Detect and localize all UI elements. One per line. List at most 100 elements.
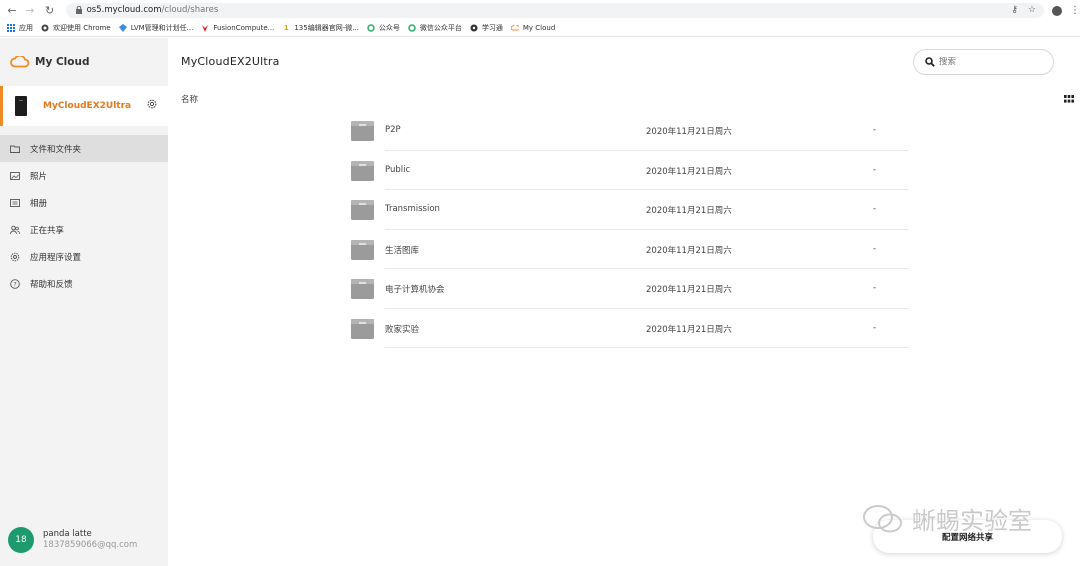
- bookmark-wechat-platform[interactable]: 微信公众平台: [408, 23, 462, 33]
- editor135-icon: 1: [283, 24, 289, 32]
- folder-icon: [351, 318, 374, 339]
- user-email: 1837859066@qq.com: [43, 540, 138, 550]
- file-size: -: [873, 322, 877, 333]
- search-input[interactable]: [939, 57, 1039, 67]
- grid-view-icon[interactable]: [1064, 95, 1074, 103]
- folder-icon: [351, 279, 374, 299]
- globe-icon: [470, 24, 478, 32]
- bookmark-label: 学习通: [481, 24, 503, 32]
- file-row[interactable]: 电子计算机协会 2020年11月21日周六 -: [350, 269, 908, 309]
- lock-icon: [75, 6, 82, 14]
- sidebar-item-app-settings[interactable]: 应用程序设置: [0, 243, 168, 270]
- file-size: -: [873, 204, 877, 214]
- folder-icon: [351, 200, 374, 220]
- sidebar-item-label: 正在共享: [30, 225, 65, 236]
- file-date: 2020年11月21日周六: [646, 166, 732, 177]
- bookmarks-bar: 应用 欢迎使用 Chrome LVM管理和计划任... FusionComput…: [0, 20, 1080, 37]
- bookmark-fusioncompute[interactable]: FusionCompute...: [201, 24, 274, 32]
- help-icon: ?: [10, 278, 20, 289]
- sidebar-nav: 文件和文件夹 照片 相册 正在共享 应用程序设置 ? 帮助和反馈: [0, 135, 168, 297]
- sidebar-item-label: 帮助和反馈: [30, 279, 73, 290]
- sidebar-item-sharing[interactable]: 正在共享: [0, 216, 168, 243]
- mycloud-icon: [510, 24, 519, 32]
- file-row[interactable]: 生活图库 2020年11月21日周六 -: [350, 230, 908, 269]
- file-name: Transmission: [385, 204, 440, 214]
- watermark: 蜥蜴实验室: [862, 501, 1032, 536]
- bookmark-lvm[interactable]: LVM管理和计划任...: [118, 23, 194, 33]
- sidebar-item-label: 照片: [30, 171, 48, 182]
- bookmark-label: 微信公众平台: [419, 24, 462, 32]
- bookmark-label: 欢迎使用 Chrome: [53, 24, 111, 32]
- menu-dots-icon[interactable]: ⋮: [1070, 5, 1080, 16]
- file-date: 2020年11月21日周六: [646, 127, 732, 137]
- bookmark-label: 公众号: [378, 24, 400, 32]
- file-date: 2020年11月21日周六: [646, 245, 732, 256]
- wechat-watermark-icon: [863, 504, 902, 532]
- file-row[interactable]: P2P 2020年11月21日周六 -: [350, 111, 908, 151]
- photo-icon: [10, 171, 20, 181]
- url-host: os5.mycloud.com: [86, 5, 162, 15]
- file-size: -: [873, 125, 877, 135]
- device-selector[interactable]: MyCloudEX2Ultra: [0, 86, 168, 126]
- sidebar-item-label: 文件和文件夹: [30, 144, 82, 155]
- star-icon[interactable]: ☆: [1028, 5, 1036, 15]
- gear-icon: [10, 252, 20, 262]
- file-size: -: [873, 283, 877, 293]
- sidebar-item-photos[interactable]: 照片: [0, 162, 168, 189]
- huawei-icon: [201, 24, 209, 32]
- file-row[interactable]: Public 2020年11月21日周六 -: [350, 151, 908, 190]
- bookmark-label: 应用: [19, 24, 33, 32]
- sidebar-item-label: 应用程序设置: [30, 252, 82, 263]
- chrome-icon: [41, 24, 49, 32]
- search-box[interactable]: [913, 49, 1054, 75]
- sidebar-item-files[interactable]: 文件和文件夹: [0, 135, 168, 162]
- reload-icon[interactable]: ↻: [44, 3, 56, 17]
- file-row[interactable]: 败家实验 2020年11月21日周六 -: [350, 309, 908, 348]
- bookmark-gongzhonghao[interactable]: 公众号: [367, 23, 400, 33]
- user-profile[interactable]: 18 panda latte 1837859066@qq.com: [8, 527, 137, 553]
- url-path: /cloud/shares: [161, 5, 219, 15]
- address-bar[interactable]: os5.mycloud.com/cloud/shares ⚷ ☆: [65, 2, 1044, 18]
- page-title: MyCloudEX2Ultra: [181, 55, 280, 68]
- apps-grid-icon: [7, 24, 15, 32]
- file-name: 生活图库: [385, 245, 420, 256]
- device-settings-gear-icon[interactable]: [146, 98, 158, 110]
- search-icon: [925, 57, 935, 67]
- bookmark-label: 135编辑器官网-微...: [294, 24, 359, 32]
- column-header-name[interactable]: 名称: [181, 93, 198, 105]
- row-divider: [385, 347, 908, 348]
- wechat-mp-icon: [367, 24, 375, 32]
- user-name: panda latte: [43, 529, 92, 539]
- watermark-text: 蜥蜴实验室: [912, 507, 1032, 535]
- bookmark-xuexitong[interactable]: 学习通: [470, 23, 503, 33]
- device-name: MyCloudEX2Ultra: [43, 101, 132, 111]
- sidebar: My Cloud MyCloudEX2Ultra 文件和文件夹 照片 相册 正在…: [0, 38, 168, 566]
- mycloud-logo-icon: [10, 56, 30, 68]
- file-name: P2P: [385, 125, 401, 135]
- forward-arrow-icon[interactable]: →: [24, 3, 36, 17]
- folder-icon: [351, 239, 374, 260]
- diamond-icon: [118, 24, 127, 32]
- avatar: 18: [8, 527, 34, 553]
- bookmark-label: LVM管理和计划任...: [130, 24, 194, 32]
- wechat-mp-icon: [408, 24, 416, 32]
- sidebar-item-label: 相册: [30, 198, 48, 209]
- album-icon: [10, 198, 20, 208]
- file-date: 2020年11月21日周六: [646, 206, 732, 216]
- folder-icon: [351, 160, 374, 181]
- bookmark-135[interactable]: 1 135编辑器官网-微...: [282, 23, 359, 33]
- brand-logo[interactable]: My Cloud: [10, 56, 89, 68]
- sidebar-item-albums[interactable]: 相册: [0, 189, 168, 216]
- bookmark-apps[interactable]: 应用: [7, 23, 33, 33]
- bookmark-mycloud[interactable]: My Cloud: [510, 24, 555, 32]
- bookmark-label: FusionCompute...: [213, 24, 275, 32]
- profile-icon[interactable]: [1052, 1, 1062, 20]
- svg-text:?: ?: [13, 280, 16, 288]
- sidebar-item-help[interactable]: ? 帮助和反馈: [0, 270, 168, 297]
- key-icon[interactable]: ⚷: [1011, 5, 1018, 15]
- browser-toolbar: ← → ↻ os5.mycloud.com/cloud/shares ⚷ ☆ ⋮: [0, 0, 1080, 20]
- file-row[interactable]: Transmission 2020年11月21日周六 -: [350, 190, 908, 230]
- back-arrow-icon[interactable]: ←: [6, 3, 18, 17]
- bookmark-chrome[interactable]: 欢迎使用 Chrome: [41, 23, 111, 33]
- nas-device-icon: [15, 96, 27, 116]
